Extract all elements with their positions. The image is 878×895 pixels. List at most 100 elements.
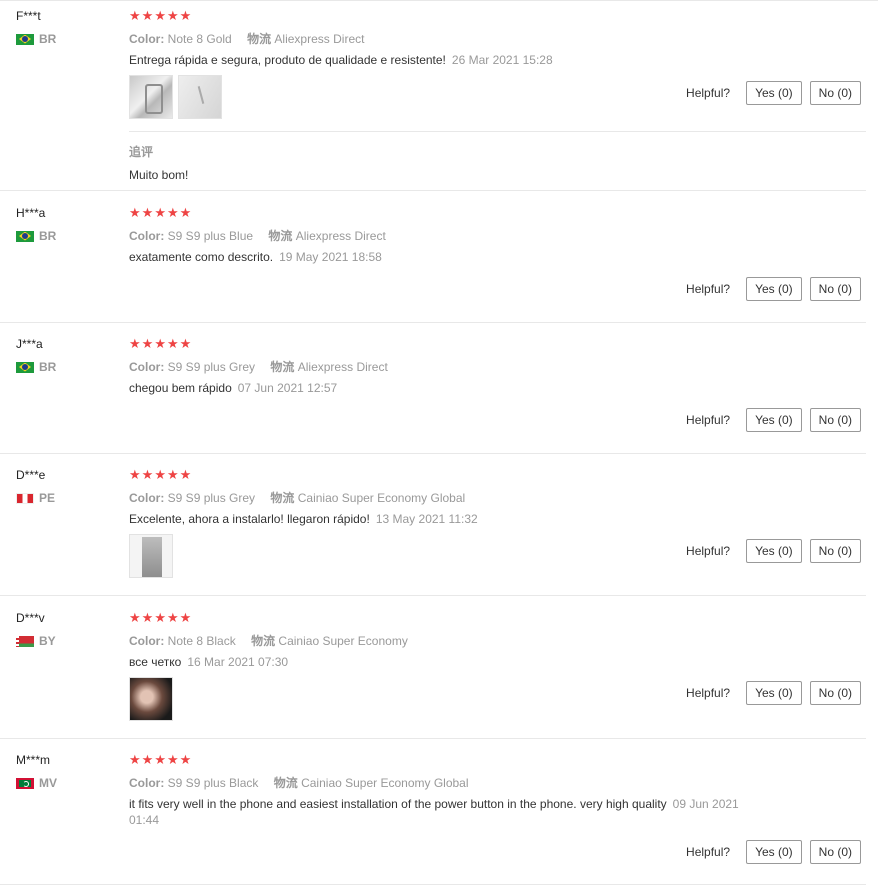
helpful-yes-button[interactable]: Yes (0): [746, 277, 802, 301]
helpful-vote: Helpful? Yes (0) No (0): [686, 81, 861, 105]
review-content: it fits very well in the phone and easie…: [129, 796, 759, 828]
reviewer-name: D***e: [16, 468, 46, 482]
shipping-key: 物流: [268, 229, 293, 243]
review-photos: [129, 534, 173, 578]
star-icon: ★: [179, 337, 192, 352]
shipping-value: Aliexpress Direct: [297, 360, 388, 374]
helpful-vote: Helpful? Yes (0) No (0): [686, 840, 861, 864]
star-icon: ★: [141, 753, 154, 768]
star-rating: ★ ★ ★ ★ ★: [129, 10, 191, 23]
reviewer-country: BR: [16, 32, 56, 46]
star-icon: ★: [166, 468, 179, 483]
review-item: M***m MV ★ ★ ★ ★ ★ Color: S9 S9 plus Black 物…: [0, 745, 866, 885]
helpful-label: Helpful?: [686, 544, 731, 558]
color-key: Color:: [129, 360, 165, 374]
star-rating: ★ ★ ★ ★ ★: [129, 754, 191, 767]
color-key: Color:: [129, 776, 165, 790]
helpful-yes-button[interactable]: Yes (0): [746, 681, 802, 705]
review-item: H***a BR ★ ★ ★ ★ ★ Color: S9 S9 plus Blue 物流…: [0, 198, 866, 323]
review-content: exatamente como descrito. 19 May 2021 18:…: [129, 249, 769, 265]
shipping-key: 物流: [270, 360, 295, 374]
star-icon: ★: [129, 468, 141, 483]
shipping-key: 物流: [273, 776, 298, 790]
order-info: Color: S9 S9 plus Grey 物流 Cainiao Super …: [129, 489, 465, 506]
star-icon: ★: [154, 9, 166, 24]
helpful-yes-button[interactable]: Yes (0): [746, 81, 802, 105]
country-code: BR: [39, 229, 57, 243]
shipping-key: 物流: [251, 634, 276, 648]
helpful-yes-button[interactable]: Yes (0): [746, 408, 802, 432]
helpful-label: Helpful?: [686, 686, 731, 700]
review-photo-thumbnail[interactable]: [178, 75, 222, 119]
helpful-vote: Helpful? Yes (0) No (0): [686, 277, 861, 301]
color-key: Color:: [129, 491, 165, 505]
review-date: 26 Mar 2021 15:28: [451, 53, 553, 67]
star-icon: ★: [179, 611, 192, 626]
review-item: F***t BR ★ ★ ★ ★ ★ Color: Note 8 Gold 物流 Ali…: [0, 1, 866, 191]
review-photo-thumbnail[interactable]: [129, 75, 173, 119]
review-item: D***e PE ★ ★ ★ ★ ★ Color: S9 S9 plus Grey 物流…: [0, 460, 866, 596]
review-photo-thumbnail[interactable]: [129, 534, 173, 578]
helpful-no-button[interactable]: No (0): [809, 277, 861, 301]
brazil-flag-icon: [16, 33, 34, 45]
star-icon: ★: [154, 468, 166, 483]
shipping-value: Cainiao Super Economy: [278, 634, 408, 648]
review-text: exatamente como descrito.: [129, 250, 274, 264]
review-text: it fits very well in the phone and easie…: [129, 797, 667, 811]
brazil-flag-icon: [16, 230, 34, 242]
helpful-label: Helpful?: [686, 845, 731, 859]
order-info: Color: Note 8 Black 物流 Cainiao Super Eco…: [129, 632, 408, 649]
star-icon: ★: [154, 337, 166, 352]
star-icon: ★: [166, 206, 179, 221]
review-photo-thumbnail[interactable]: [129, 677, 173, 721]
review-content: chegou bem rápido 07 Jun 2021 12:57: [129, 380, 769, 396]
country-code: BR: [39, 32, 57, 46]
followup-text: Muito bom!: [129, 168, 189, 182]
star-rating: ★ ★ ★ ★ ★: [129, 338, 191, 351]
shipping-value: Aliexpress Direct: [274, 32, 365, 46]
helpful-no-button[interactable]: No (0): [809, 408, 861, 432]
reviewer-country: MV: [16, 776, 57, 790]
star-icon: ★: [129, 753, 141, 768]
order-info: Color: S9 S9 plus Grey 物流 Aliexpress Dir…: [129, 358, 388, 375]
review-date: 16 Mar 2021 07:30: [187, 655, 289, 669]
helpful-no-button[interactable]: No (0): [809, 681, 861, 705]
order-info: Color: S9 S9 plus Blue 物流 Aliexpress Dir…: [129, 227, 386, 244]
review-date: 13 May 2021 11:32: [375, 512, 478, 526]
country-code: MV: [39, 776, 57, 790]
shipping-key: 物流: [270, 491, 295, 505]
star-icon: ★: [166, 753, 179, 768]
star-icon: ★: [166, 337, 179, 352]
helpful-vote: Helpful? Yes (0) No (0): [686, 681, 861, 705]
helpful-no-button[interactable]: No (0): [809, 81, 861, 105]
review-content: все четко 16 Mar 2021 07:30: [129, 654, 769, 670]
helpful-vote: Helpful? Yes (0) No (0): [686, 539, 861, 563]
star-icon: ★: [179, 468, 192, 483]
helpful-no-button[interactable]: No (0): [809, 840, 861, 864]
helpful-label: Helpful?: [686, 86, 731, 100]
helpful-no-button[interactable]: No (0): [809, 539, 861, 563]
peru-flag-icon: [16, 492, 34, 504]
country-code: BR: [39, 360, 57, 374]
shipping-value: Cainiao Super Economy Global: [301, 776, 469, 790]
review-text: Entrega rápida e segura, produto de qual…: [129, 53, 446, 67]
star-icon: ★: [141, 9, 154, 24]
helpful-label: Helpful?: [686, 413, 731, 427]
color-value: S9 S9 plus Black: [167, 776, 259, 790]
reviewer-name: D***v: [16, 611, 45, 625]
belarus-flag-icon: [16, 635, 34, 647]
maldives-flag-icon: [16, 777, 34, 789]
star-rating: ★ ★ ★ ★ ★: [129, 207, 191, 220]
star-icon: ★: [129, 9, 141, 24]
reviewer-name: J***a: [16, 337, 43, 351]
color-value: S9 S9 plus Grey: [167, 360, 256, 374]
followup-label: 追评: [129, 145, 154, 159]
helpful-yes-button[interactable]: Yes (0): [746, 840, 802, 864]
reviewer-country: BY: [16, 634, 56, 648]
order-info: Color: S9 S9 plus Black 物流 Cainiao Super…: [129, 774, 469, 791]
review-text: все четко: [129, 655, 182, 669]
review-item: D***v BY ★ ★ ★ ★ ★ Color: Note 8 Black 物流 Ca…: [0, 603, 866, 739]
helpful-yes-button[interactable]: Yes (0): [746, 539, 802, 563]
color-value: S9 S9 plus Grey: [167, 491, 256, 505]
color-value: Note 8 Gold: [167, 32, 232, 46]
